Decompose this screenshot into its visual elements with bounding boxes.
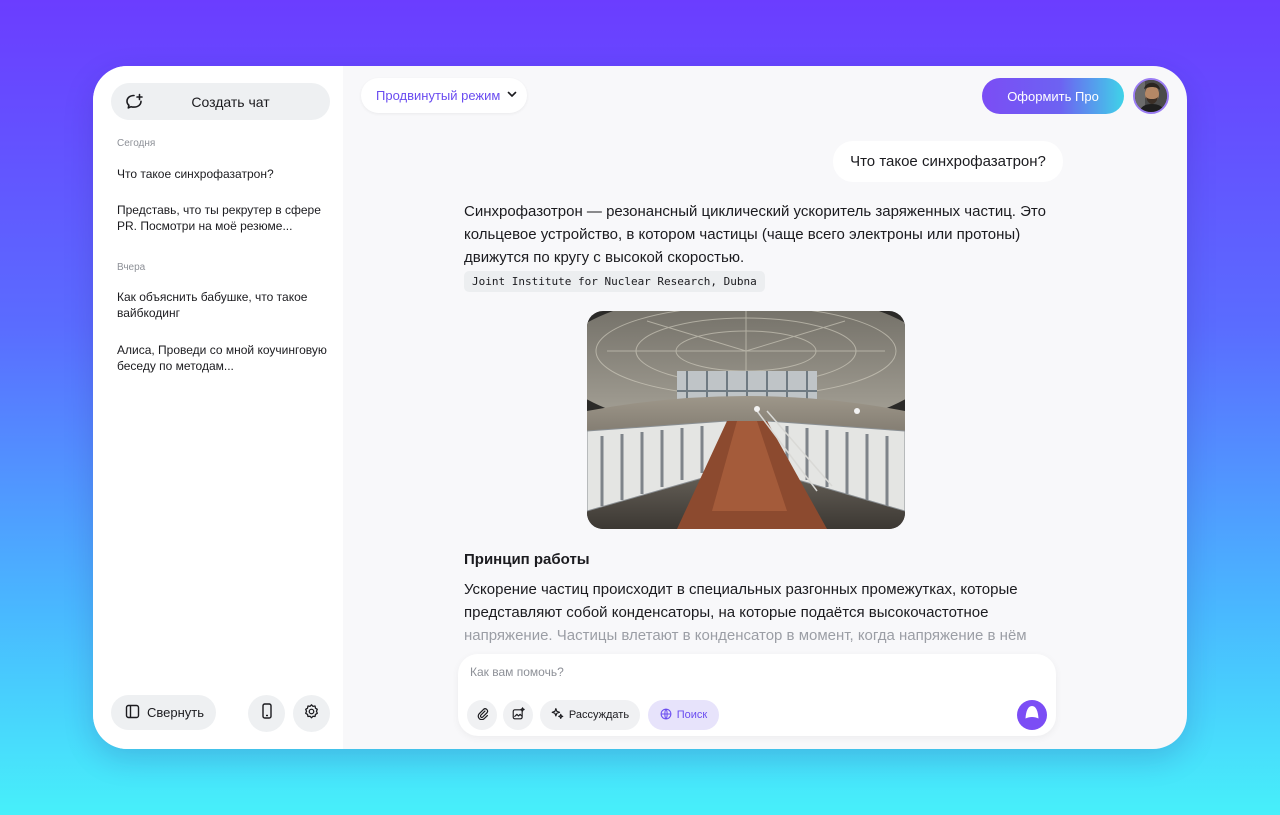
mobile-app-button[interactable] xyxy=(248,695,285,732)
image-generate-button[interactable] xyxy=(503,700,533,730)
mode-label: Продвинутый режим xyxy=(376,88,501,103)
create-chat-button[interactable]: Создать чат xyxy=(111,83,330,120)
synchrophasotron-photo[interactable] xyxy=(587,311,905,529)
history-item[interactable]: Представь, что ты рекрутер в сфере PR. П… xyxy=(117,202,327,234)
message-input[interactable] xyxy=(470,665,1010,679)
section-heading: Принцип работы xyxy=(464,551,590,568)
mode-selector[interactable]: Продвинутый режим xyxy=(361,78,527,113)
phone-icon xyxy=(260,703,274,724)
avatar-photo xyxy=(1135,80,1167,112)
attach-button[interactable] xyxy=(467,700,497,730)
search-toggle[interactable]: Поиск xyxy=(648,700,719,730)
section-label-today: Сегодня xyxy=(117,138,156,149)
section-label-yesterday: Вчера xyxy=(117,262,146,273)
paperclip-icon xyxy=(476,707,489,723)
answer-paragraph: Синхрофазотрон — резонансный циклический… xyxy=(464,203,1046,266)
sidebar: Создать чат Сегодня Что такое синхрофаза… xyxy=(93,66,343,749)
user-message: Что такое синхрофазатрон? xyxy=(833,141,1063,182)
answer-text: Ускорение частиц происходит в специальны… xyxy=(464,581,1018,621)
search-label: Поиск xyxy=(676,709,708,721)
gear-icon xyxy=(303,703,320,725)
history-item[interactable]: Как объяснить бабушке, что такое вайбкод… xyxy=(117,289,327,321)
answer-paragraph-2: Ускорение частиц происходит в специальны… xyxy=(464,578,1054,647)
think-label: Рассуждать xyxy=(568,709,630,721)
think-toggle[interactable]: Рассуждать xyxy=(540,700,640,730)
answer-text-faded: напряжение. Частицы влетают в конденсато… xyxy=(464,627,1027,644)
app-window: Создать чат Сегодня Что такое синхрофаза… xyxy=(93,66,1187,749)
sparkle-icon xyxy=(551,707,564,723)
chevron-down-icon xyxy=(506,88,518,103)
get-pro-button[interactable]: Оформить Про xyxy=(982,78,1124,114)
settings-button[interactable] xyxy=(293,695,330,732)
sidebar-panel-icon xyxy=(125,704,140,722)
assistant-answer: Синхрофазотрон — резонансный циклический… xyxy=(464,200,1054,292)
alice-voice-button[interactable] xyxy=(1017,700,1047,730)
avatar[interactable] xyxy=(1133,78,1169,114)
globe-icon xyxy=(660,708,672,723)
create-chat-label: Создать чат xyxy=(191,93,270,110)
collapse-label: Свернуть xyxy=(147,705,205,720)
image-sparkle-icon xyxy=(512,707,525,723)
source-chip: Joint Institute for Nuclear Research, Du… xyxy=(464,271,765,292)
history-item[interactable]: Что такое синхрофазатрон? xyxy=(117,166,327,182)
history-item[interactable]: Алиса, Проведи со мной коучинговую бесед… xyxy=(117,342,327,374)
message-composer: Рассуждать Поиск xyxy=(458,654,1056,736)
collapse-sidebar-button[interactable]: Свернуть xyxy=(111,695,216,730)
alice-icon xyxy=(1023,704,1041,727)
